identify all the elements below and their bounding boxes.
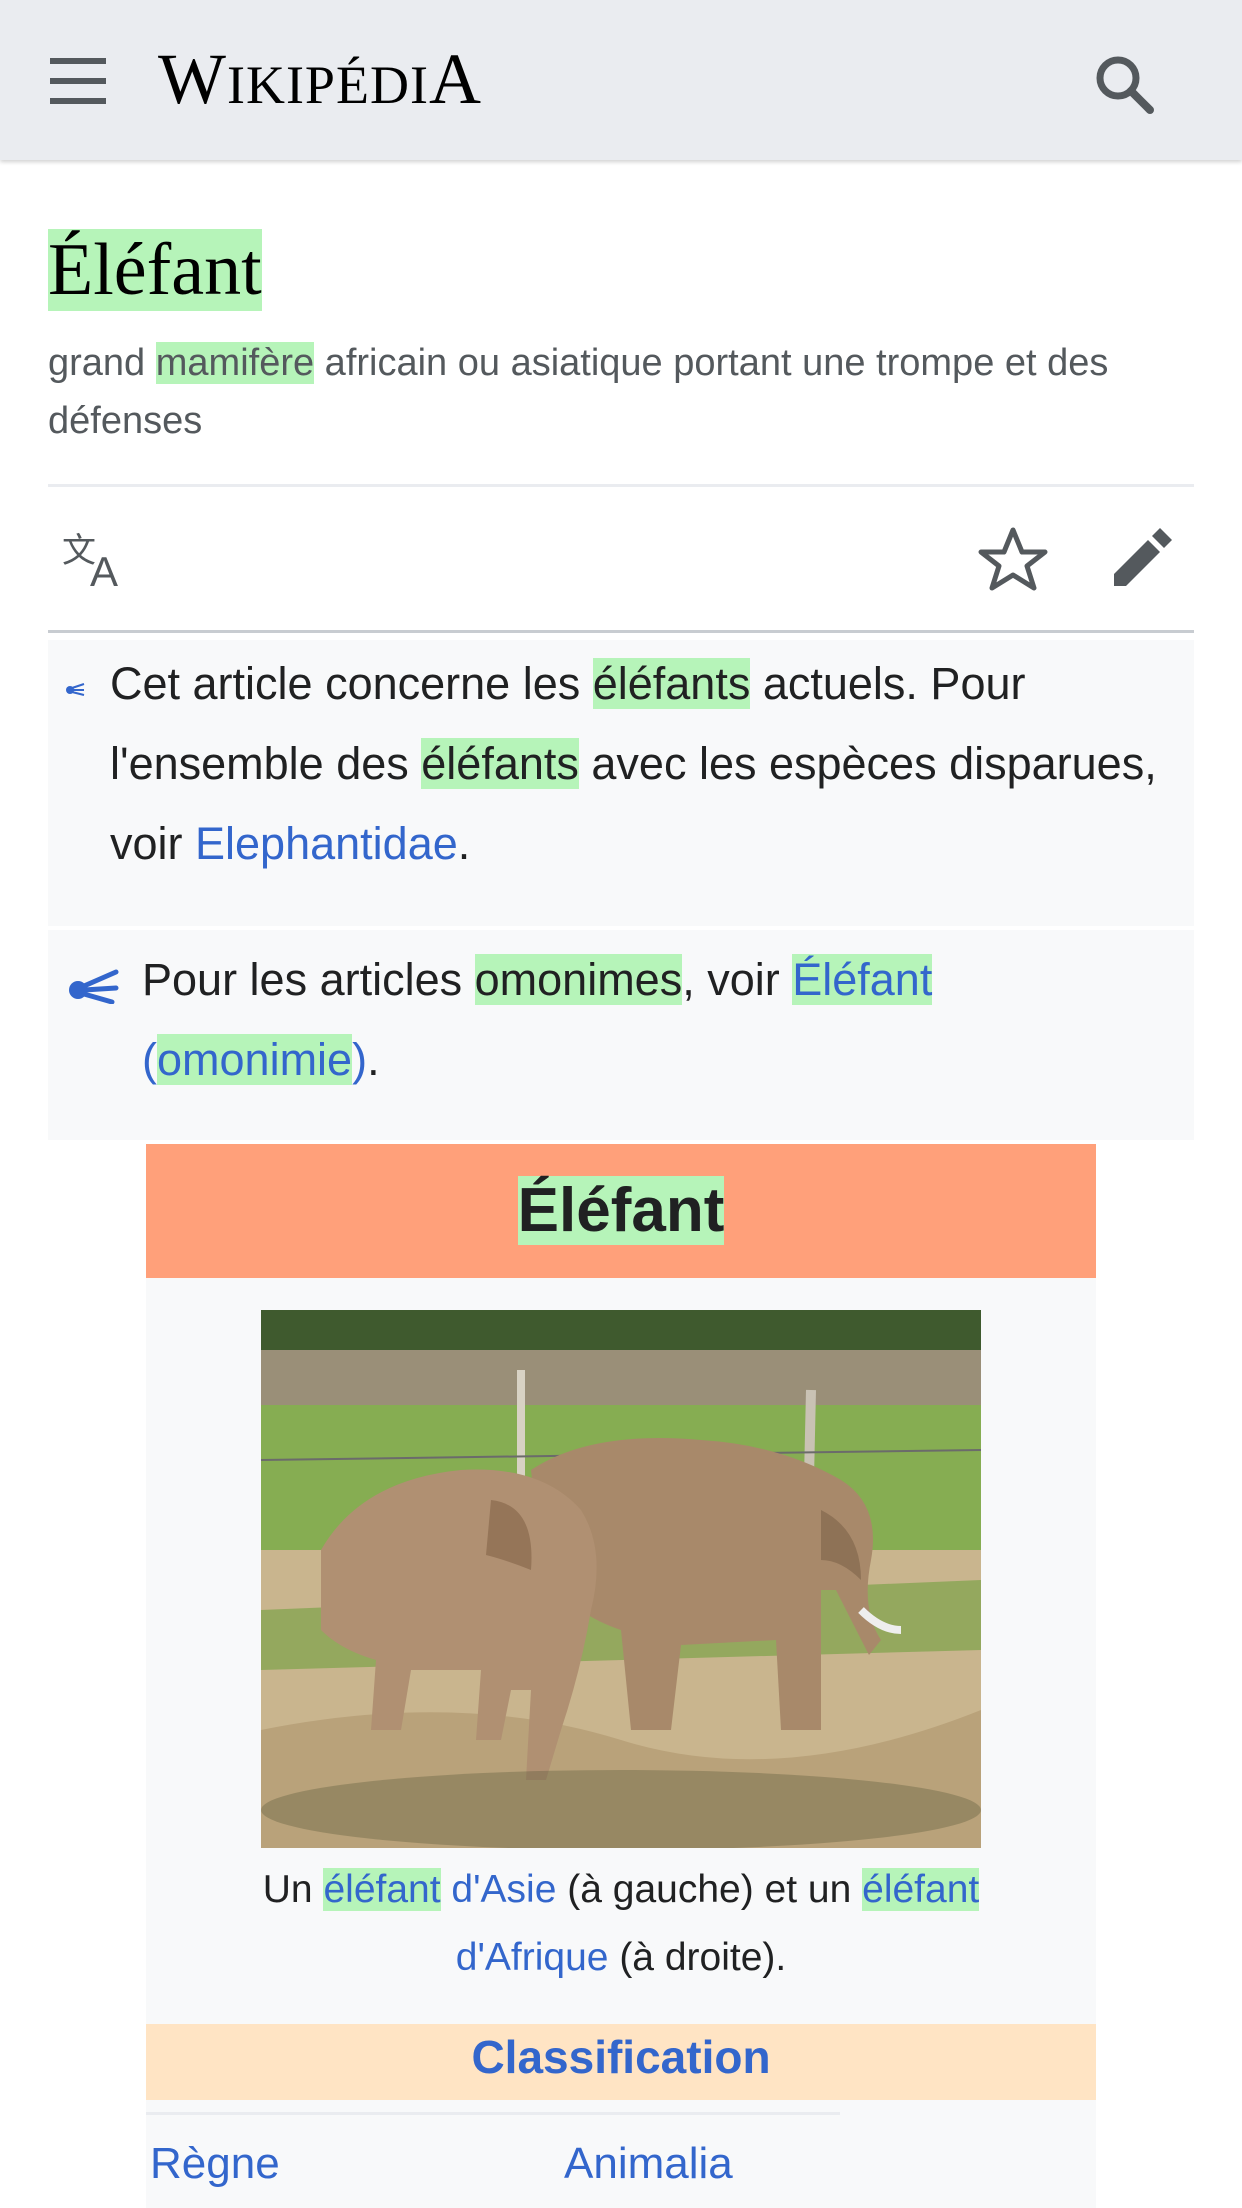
search-icon[interactable] [1090, 50, 1160, 120]
desc-part: grand [48, 342, 156, 384]
link-part: ( [142, 1034, 157, 1085]
classification-header[interactable]: Classification [146, 2024, 1096, 2100]
infobox-title-text: Éléfant [517, 1176, 725, 1245]
link-part: ) [352, 1034, 368, 1085]
link-part: d'Afrique [455, 1936, 609, 1979]
elephants-photo[interactable] [261, 1310, 981, 1848]
hatnote: Cet article concerne les éléfants actuel… [48, 640, 1194, 926]
hatnote-text: Pour les articles omonimes, voir Éléfant… [142, 940, 1182, 1100]
hatnote-text-part: , voir [682, 954, 793, 1005]
hatnote-highlight: omonimes [474, 954, 683, 1005]
classification-link[interactable]: Classification [471, 2031, 770, 2083]
top-bar: WIKIPÉDIA [0, 0, 1242, 160]
page-title-text: Éléfant [48, 229, 262, 311]
hatnote-text-part: . [367, 1034, 380, 1085]
link-elefant-asie[interactable]: éléfant d'Asie [323, 1868, 556, 1911]
svg-text:A: A [90, 548, 118, 592]
link-part: éléfant [323, 1868, 441, 1911]
link-part: Éléfant [792, 954, 933, 1005]
image-caption: Un éléfant d'Asie (à gauche) et un éléfa… [206, 1856, 1036, 1992]
hatnote-highlight: éléfants [592, 658, 751, 709]
infobox: Éléfant Un éléfant d'Asie (à gauche) et … [146, 1144, 1096, 2208]
disambiguation-icon [66, 683, 85, 696]
logo-final: A [428, 39, 482, 119]
caption-text: Un [262, 1868, 324, 1911]
pencil-icon[interactable] [1110, 528, 1174, 590]
divider [48, 484, 1194, 487]
logo-middle: IKIPÉDI [226, 55, 429, 115]
link-part: omonimie [157, 1034, 353, 1085]
hatnote-text-part: . [457, 818, 471, 869]
disambiguation-icon [69, 969, 119, 1004]
link-elephantidae[interactable]: Elephantidae [195, 818, 458, 869]
infobox-title: Éléfant [146, 1144, 1096, 1278]
link-part: d'Asie [440, 1868, 557, 1911]
hatnote-highlight: éléfants [421, 738, 579, 789]
page-actions: 文 A [48, 488, 1194, 630]
logo-initial: W [158, 39, 227, 119]
wikipedia-logo[interactable]: WIKIPÉDIA [158, 38, 482, 121]
caption-text: (à gauche) et un [556, 1868, 863, 1911]
star-icon[interactable] [978, 526, 1048, 592]
taxon-value-link[interactable]: Animalia [564, 2134, 733, 2194]
translate-icon[interactable]: 文 A [62, 528, 132, 595]
desc-highlight: mamifère [155, 342, 315, 384]
hatnote-text: Cet article concerne les éléfants actuel… [110, 644, 1170, 884]
page-description: grand mamifère africain ou asiatique por… [48, 334, 1198, 450]
caption-text: (à droite). [608, 1936, 787, 1979]
link-part: éléfant [862, 1868, 980, 1911]
hatnote: Pour les articles omonimes, voir Éléfant… [48, 930, 1194, 1140]
hamburger-menu-icon[interactable] [50, 58, 106, 104]
taxon-rank-link[interactable]: Règne [150, 2134, 280, 2194]
divider [48, 630, 1194, 633]
hatnote-text-part: Pour les articles [142, 954, 475, 1005]
page-title: Éléfant [48, 228, 262, 312]
divider [146, 2112, 840, 2115]
hatnote-text-part: Cet article concerne les [110, 658, 593, 709]
